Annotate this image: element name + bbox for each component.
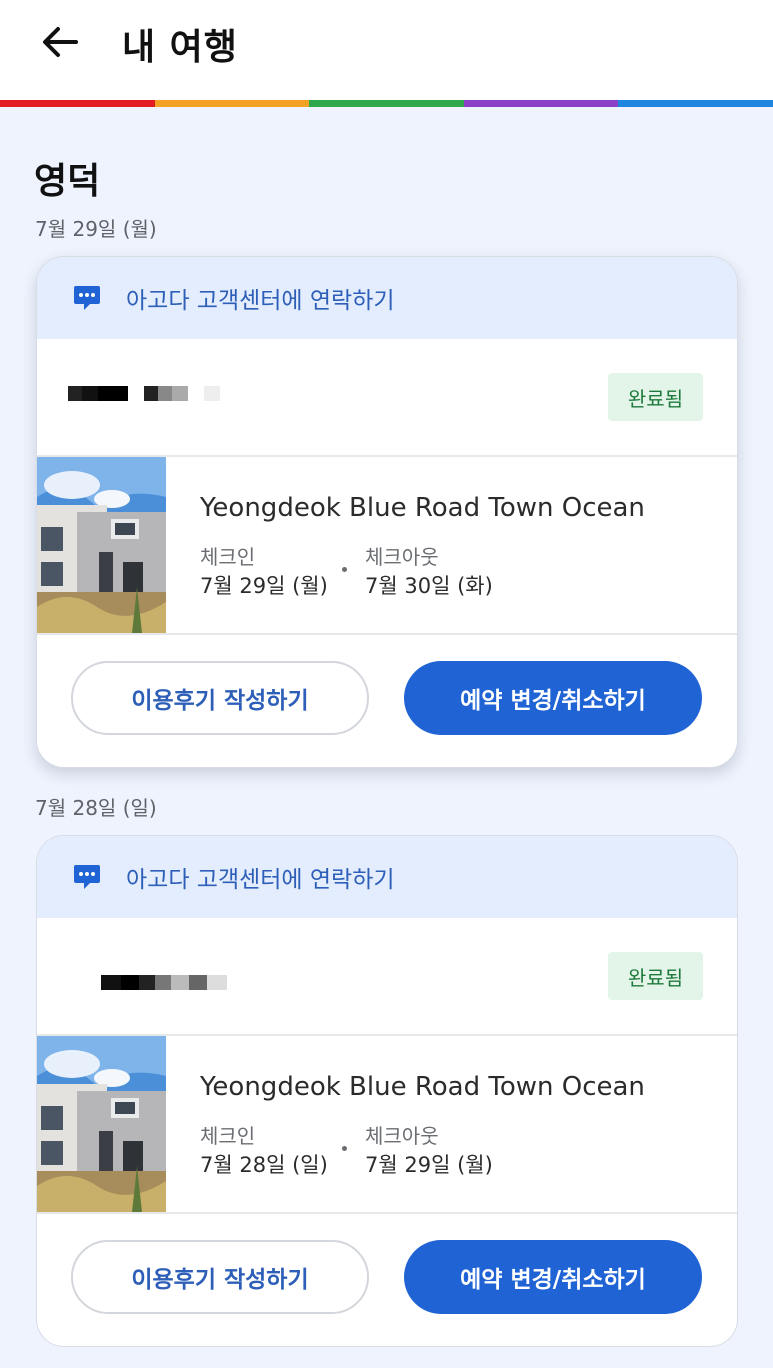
hotel-name: Yeongdeok Blue Road Town Ocean (200, 1072, 645, 1102)
modify-cancel-button[interactable]: 예약 변경/취소하기 (404, 661, 702, 735)
hotel-photo (37, 1036, 166, 1212)
status-badge: 완료됨 (608, 373, 703, 421)
checkin-label: 체크인 (200, 1124, 256, 1148)
chat-bubble-icon (74, 286, 100, 310)
rainbow-segment-blue (618, 100, 773, 107)
redacted-booking-info (68, 386, 220, 401)
rainbow-segment-red (0, 100, 155, 107)
booking-header: 완료됨 (37, 918, 737, 1036)
hotel-summary[interactable]: Yeongdeok Blue Road Town Ocean 체크인 7월 29… (37, 457, 737, 635)
booking-date: 7월 28일 (일) (35, 796, 157, 820)
city-heading: 영덕 (34, 161, 101, 202)
contact-support-link[interactable]: 아고다 고객센터에 연락하기 (37, 836, 737, 918)
page-title: 내 여행 (122, 27, 238, 68)
checkout-date: 7월 30일 (화) (365, 574, 493, 598)
checkout-label: 체크아웃 (365, 1124, 439, 1148)
checkin-date: 7월 29일 (월) (200, 574, 328, 598)
contact-support-label: 아고다 고객센터에 연락하기 (126, 288, 395, 314)
separator-dot (342, 1146, 347, 1151)
booking-date: 7월 29일 (월) (35, 217, 157, 241)
checkin-label: 체크인 (200, 545, 256, 569)
status-badge: 완료됨 (608, 952, 703, 1000)
arrow-left-icon (43, 27, 78, 57)
booking-actions: 이용후기 작성하기 예약 변경/취소하기 (37, 635, 737, 767)
rainbow-segment-orange (154, 100, 310, 107)
hotel-name: Yeongdeok Blue Road Town Ocean (200, 493, 645, 523)
back-button[interactable] (34, 20, 86, 64)
contact-support-link[interactable]: 아고다 고객센터에 연락하기 (37, 257, 737, 339)
booking-actions: 이용후기 작성하기 예약 변경/취소하기 (37, 1214, 737, 1346)
rainbow-segment-purple (463, 100, 619, 107)
chat-bubble-icon (74, 865, 100, 889)
checkout-label: 체크아웃 (365, 545, 439, 569)
modify-cancel-button[interactable]: 예약 변경/취소하기 (404, 1240, 702, 1314)
booking-card: 아고다 고객센터에 연락하기 완료됨 Yeongdeok Blue Road T… (36, 835, 738, 1347)
contact-support-label: 아고다 고객센터에 연락하기 (126, 867, 395, 893)
redacted-booking-info (101, 975, 227, 990)
write-review-button[interactable]: 이용후기 작성하기 (71, 1240, 369, 1314)
checkout-date: 7월 29일 (월) (365, 1153, 493, 1177)
app-bar: 내 여행 (0, 0, 773, 100)
booking-card: 아고다 고객센터에 연락하기 완료됨 Yeongdeok Blue Road T… (36, 256, 738, 768)
separator-dot (342, 567, 347, 572)
rainbow-divider (0, 100, 773, 107)
booking-header: 완료됨 (37, 339, 737, 457)
rainbow-segment-green (309, 100, 464, 107)
write-review-button[interactable]: 이용후기 작성하기 (71, 661, 369, 735)
hotel-photo (37, 457, 166, 633)
checkin-date: 7월 28일 (일) (200, 1153, 328, 1177)
hotel-summary[interactable]: Yeongdeok Blue Road Town Ocean 체크인 7월 28… (37, 1036, 737, 1214)
